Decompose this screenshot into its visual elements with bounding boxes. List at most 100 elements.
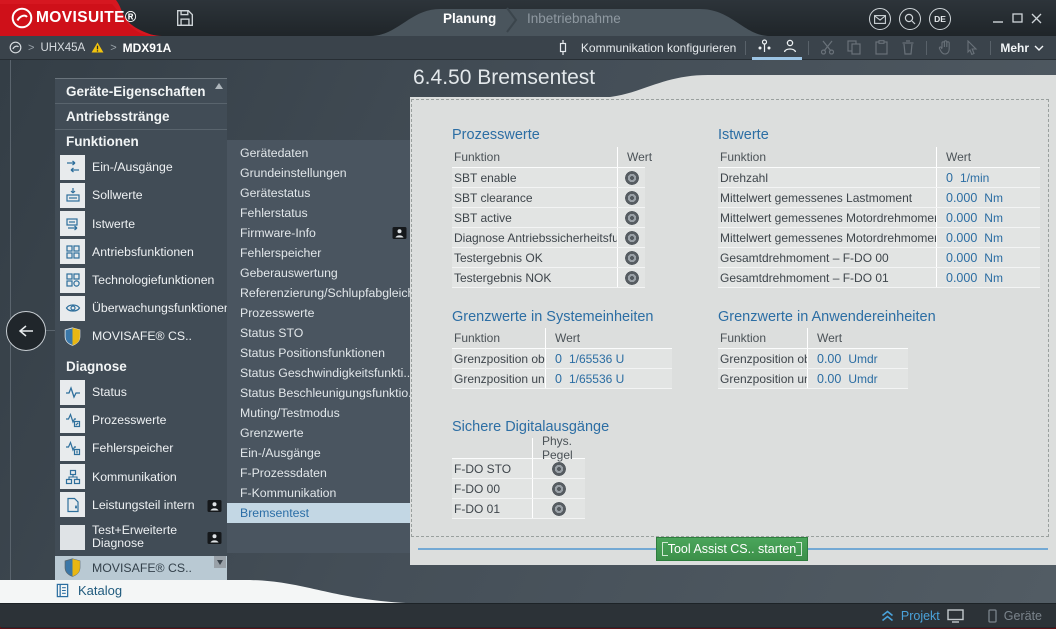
toolbar: Kommunikation konfigurieren (554, 37, 1056, 58)
table-row: Gesamtdrehmoment – F-DO 000.000Nm (718, 248, 1040, 268)
tool-assist-start-button[interactable]: Tool Assist CS.. starten (656, 537, 808, 561)
brand-title: MOVISUITE® (36, 9, 137, 27)
subnav-item[interactable]: Prozesswerte (227, 303, 410, 323)
subnav-item[interactable]: Fehlerstatus (227, 203, 410, 223)
led-indicator (552, 482, 566, 496)
subnav-item[interactable]: F-Kommunikation (227, 483, 410, 503)
active-tool-group (755, 37, 799, 58)
sidebar-item-kommunikation[interactable]: Kommunikation (55, 463, 227, 491)
grenzwerte-anwender-table: Funktion Wert Grenzposition oben0.00Umdr… (718, 328, 908, 389)
sidebar-item-prozesswerte[interactable]: Prozesswerte (55, 406, 227, 434)
led-indicator (552, 502, 566, 516)
close-button[interactable] (1031, 0, 1042, 36)
pan-hand-icon[interactable] (936, 39, 954, 57)
led-indicator (552, 462, 566, 476)
scroll-down-icon[interactable] (214, 556, 226, 568)
subnav-item[interactable]: Ein-/Ausgänge (227, 443, 410, 463)
mail-icon[interactable] (869, 8, 891, 30)
language-badge[interactable]: DE (929, 8, 951, 30)
device-nav-panel: Geräte-Eigenschaften Antriebsstränge Fun… (55, 78, 227, 580)
subnav-item[interactable]: Grenzwerte (227, 423, 410, 443)
more-menu-button[interactable]: Mehr (1000, 41, 1044, 55)
arrow-left-icon (18, 325, 34, 337)
tab-inbetriebnahme[interactable]: Inbetriebnahme (527, 11, 621, 26)
prozesswerte-table: Funktion Wert SBT enable SBT clearance S… (452, 147, 645, 288)
chevron-double-up-icon[interactable] (881, 610, 894, 622)
subnav-item[interactable]: Referenzierung/Schlupfabgleich (227, 283, 410, 303)
breadcrumb-node-mdx91a[interactable]: MDX91A (123, 41, 172, 55)
table-row: Grenzposition unten01/65536 U (452, 369, 672, 389)
sidebar-item-istwerte[interactable]: Istwerte (55, 209, 227, 237)
chevron-down-icon (1034, 45, 1044, 51)
subnav-item[interactable]: Status Positionsfunktionen (227, 343, 410, 363)
subnav-item[interactable]: Muting/Testmodus (227, 403, 410, 423)
subnav-item-firmware-info[interactable]: Firmware-Info (227, 223, 410, 243)
table-header: Funktion Wert (452, 328, 672, 349)
search-icon[interactable] (899, 8, 921, 30)
menubar: > UHX45A > MDX91A Kommunikation konfigur… (0, 36, 1056, 60)
subnav-item[interactable]: Fehlerspeicher (227, 243, 410, 263)
sidebar-item-ueberwachungsfunktionen[interactable]: Überwachungsfunktionen (55, 294, 227, 322)
sidebar-item-movisafe[interactable]: MOVISAFE® CS.. (55, 322, 227, 350)
sidebar-section-geraete-eigenschaften[interactable]: Geräte-Eigenschaften (55, 79, 227, 104)
sidebar-section-antriebsstraenge[interactable]: Antriebsstränge (55, 104, 227, 129)
tab-separator-icon (505, 6, 519, 34)
sidebar-section-diagnose[interactable]: Diagnose (55, 355, 227, 378)
breadcrumb-node-uhx45a[interactable]: UHX45A (40, 42, 85, 54)
home-logo-icon[interactable] (9, 41, 22, 54)
monitor-icon[interactable] (947, 609, 964, 623)
subnav-item[interactable]: Grundeinstellungen (227, 163, 410, 183)
sidebar-item-movisafe-selected[interactable]: MOVISAFE® CS.. (55, 556, 227, 580)
subnav-item[interactable]: Gerätedaten (227, 143, 410, 163)
document-icon (60, 492, 85, 517)
table-row: SBT clearance (452, 188, 645, 208)
subnav-item-bremsentest-selected[interactable]: Bremsentest (227, 503, 410, 523)
breadcrumb-chevron: > (28, 42, 34, 54)
sidebar-item-sollwerte[interactable]: Sollwerte (55, 181, 227, 209)
network-icon (60, 464, 85, 489)
device-icon[interactable] (988, 609, 997, 623)
subnav-item[interactable]: Status Geschwindigkeitsfunkti... (227, 363, 410, 383)
paste-icon[interactable] (872, 39, 890, 57)
subnav-item[interactable]: Geberauswertung (227, 263, 410, 283)
scroll-up-icon[interactable] (215, 83, 223, 89)
maximize-button[interactable] (1012, 0, 1023, 36)
sidebar-item-technologiefunktionen[interactable]: Technologiefunktionen (55, 266, 227, 294)
table-row: Mittelwert gemessenes Lastmoment0.000Nm (718, 188, 1040, 208)
table-row: F-DO STO (452, 459, 585, 479)
subnav-item[interactable]: Gerätestatus (227, 183, 410, 203)
sidebar-item-fehlerspeicher[interactable]: Fehlerspeicher (55, 434, 227, 462)
katalog-tab[interactable]: Katalog (55, 583, 122, 598)
test-diagnose-icon (60, 525, 85, 550)
table-row: Grenzposition oben0.00Umdr (718, 349, 908, 369)
sidebar-section-funktionen[interactable]: Funktionen (55, 130, 227, 153)
subnav-item[interactable]: Status STO (227, 323, 410, 343)
sidebar-item-ein-ausgaenge[interactable]: Ein-/Ausgänge (55, 153, 227, 181)
subnav-item[interactable]: F-Prozessdaten (227, 463, 410, 483)
cursor-icon[interactable] (963, 39, 981, 57)
geraete-toggle[interactable]: Geräte (1004, 609, 1042, 623)
sidebar-item-test-erweiterte-diagnose[interactable]: Test+Erweiterte Diagnose (55, 519, 227, 556)
copy-icon[interactable] (845, 39, 863, 57)
sidebar-item-leistungsteil-intern[interactable]: Leistungsteil intern (55, 491, 227, 519)
save-icon[interactable] (176, 9, 194, 27)
section-title-prozesswerte: Prozesswerte (452, 127, 540, 143)
sidebar-item-antriebsfunktionen[interactable]: Antriebsfunktionen (55, 238, 227, 266)
collapse-panel-button[interactable] (6, 311, 46, 351)
communication-plug-icon[interactable] (554, 39, 572, 57)
delete-icon[interactable] (899, 39, 917, 57)
communication-configure-label[interactable]: Kommunikation konfigurieren (581, 41, 736, 55)
commissioning-pin-icon[interactable] (755, 37, 773, 55)
user-icon[interactable] (781, 37, 799, 55)
projekt-toggle[interactable]: Projekt (901, 609, 940, 623)
subnav-item[interactable]: Status Beschleunigungsfunktio... (227, 383, 410, 403)
expert-badge-icon (207, 531, 222, 543)
tab-planung[interactable]: Planung (443, 11, 496, 26)
sidebar-item-status[interactable]: Status (55, 378, 227, 406)
cut-icon[interactable] (818, 39, 836, 57)
minimize-button[interactable] (993, 0, 1004, 36)
table-row: Gesamtdrehmoment – F-DO 010.000Nm (718, 268, 1040, 288)
table-row: Mittelwert gemessenes Motordrehmoment – … (718, 228, 1040, 248)
grenzwerte-system-table: Funktion Wert Grenzposition oben01/65536… (452, 328, 672, 389)
led-indicator (625, 171, 639, 185)
